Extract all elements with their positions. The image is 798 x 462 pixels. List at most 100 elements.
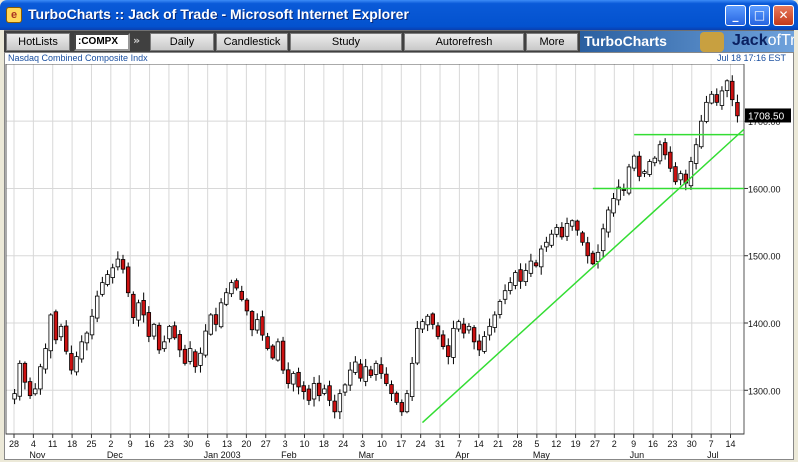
candle — [94, 295, 100, 319]
candle — [136, 302, 141, 321]
candle — [291, 373, 296, 385]
candle — [182, 348, 188, 364]
close-button[interactable]: ✕ — [773, 5, 794, 26]
candle — [704, 101, 709, 122]
candle — [730, 80, 735, 101]
candle — [554, 227, 559, 235]
x-tick-label: 3 — [283, 439, 288, 449]
candle — [637, 155, 642, 177]
candle — [564, 223, 570, 237]
window-titlebar[interactable]: e TurboCharts :: Jack of Trade - Microso… — [0, 0, 798, 30]
candle — [203, 330, 208, 356]
candle — [420, 321, 425, 330]
daily-button[interactable]: Daily — [150, 33, 214, 51]
month-label: Jul — [707, 450, 719, 460]
x-tick-label: 11 — [48, 439, 57, 449]
x-tick-label: 16 — [145, 439, 155, 449]
candle — [27, 381, 33, 397]
symbol-input[interactable]: :COMPX — [74, 33, 130, 51]
candle — [662, 142, 668, 156]
candle — [84, 332, 90, 344]
candle — [518, 269, 523, 282]
y-tick-label: 1400.00 — [748, 319, 781, 329]
minimize-button[interactable]: _ — [725, 5, 746, 26]
candle — [471, 327, 477, 343]
candle — [642, 171, 647, 174]
candle — [244, 299, 250, 312]
candle — [38, 366, 43, 390]
symbol-go-icon[interactable]: » — [133, 34, 140, 47]
candle — [724, 80, 730, 91]
x-tick-label: 24 — [416, 439, 426, 449]
x-tick-label: 25 — [86, 439, 96, 449]
x-tick-label: 4 — [31, 439, 36, 449]
candle — [218, 302, 224, 328]
candle — [569, 220, 575, 227]
candle — [415, 327, 420, 364]
candle — [53, 311, 59, 341]
ie-icon: e — [6, 7, 22, 23]
candle — [280, 340, 286, 371]
maximize-button[interactable]: □ — [749, 5, 770, 26]
x-tick-label: 10 — [299, 439, 309, 449]
candle — [89, 315, 95, 336]
candle — [647, 161, 652, 175]
candle — [260, 316, 265, 336]
x-tick-label: 9 — [128, 439, 133, 449]
x-tick-label: 10 — [377, 439, 387, 449]
x-tick-label: 16 — [648, 439, 658, 449]
candle — [487, 325, 492, 336]
candle — [657, 144, 663, 162]
candle — [497, 301, 503, 315]
candle — [673, 166, 678, 183]
candle — [322, 388, 327, 394]
candle — [125, 266, 131, 294]
candle — [58, 325, 64, 338]
more-button[interactable]: More — [526, 33, 578, 51]
x-tick-label: 21 — [493, 439, 503, 449]
candle — [559, 226, 565, 238]
candle — [120, 259, 126, 270]
candle — [358, 363, 363, 379]
candle — [477, 340, 482, 351]
candle — [466, 325, 472, 331]
x-tick-label: 7 — [457, 439, 462, 449]
x-tick-label: 9 — [631, 439, 636, 449]
candle — [544, 241, 549, 248]
candlestick-chart[interactable]: 1300.001400.001500.001600.001700.001800.… — [4, 64, 794, 460]
candle — [64, 325, 69, 352]
candle — [17, 362, 22, 397]
candle — [327, 385, 332, 401]
x-tick-label: 12 — [551, 439, 561, 449]
candle — [187, 348, 193, 362]
candle — [43, 348, 48, 370]
candle — [528, 260, 534, 274]
candle — [167, 325, 172, 340]
x-tick-label: 30 — [687, 439, 697, 449]
candle — [378, 364, 384, 374]
window-title: TurboCharts :: Jack of Trade - Microsoft… — [28, 6, 409, 22]
candle — [146, 312, 152, 337]
hotlists-button[interactable]: HotLists — [6, 33, 70, 51]
study-button[interactable]: Study — [290, 33, 402, 51]
toolbar: HotLists :COMPX » Daily Candlestick Stud… — [4, 30, 794, 53]
candlestick-button[interactable]: Candlestick — [216, 33, 288, 51]
candle — [74, 356, 79, 373]
candle — [482, 336, 487, 352]
candle — [492, 314, 497, 328]
x-tick-label: 6 — [205, 439, 210, 449]
candle — [316, 382, 322, 397]
candle — [585, 242, 590, 257]
x-tick-label: 18 — [319, 439, 329, 449]
candle — [394, 392, 399, 403]
candle — [22, 362, 28, 383]
candle — [600, 228, 606, 252]
candle — [255, 319, 260, 331]
candle — [193, 351, 198, 368]
candle — [508, 282, 513, 291]
candle — [399, 402, 405, 413]
autorefresh-button[interactable]: Autorefresh — [404, 33, 524, 51]
x-tick-label: 18 — [67, 439, 77, 449]
candle — [435, 325, 441, 337]
candle — [208, 314, 213, 335]
